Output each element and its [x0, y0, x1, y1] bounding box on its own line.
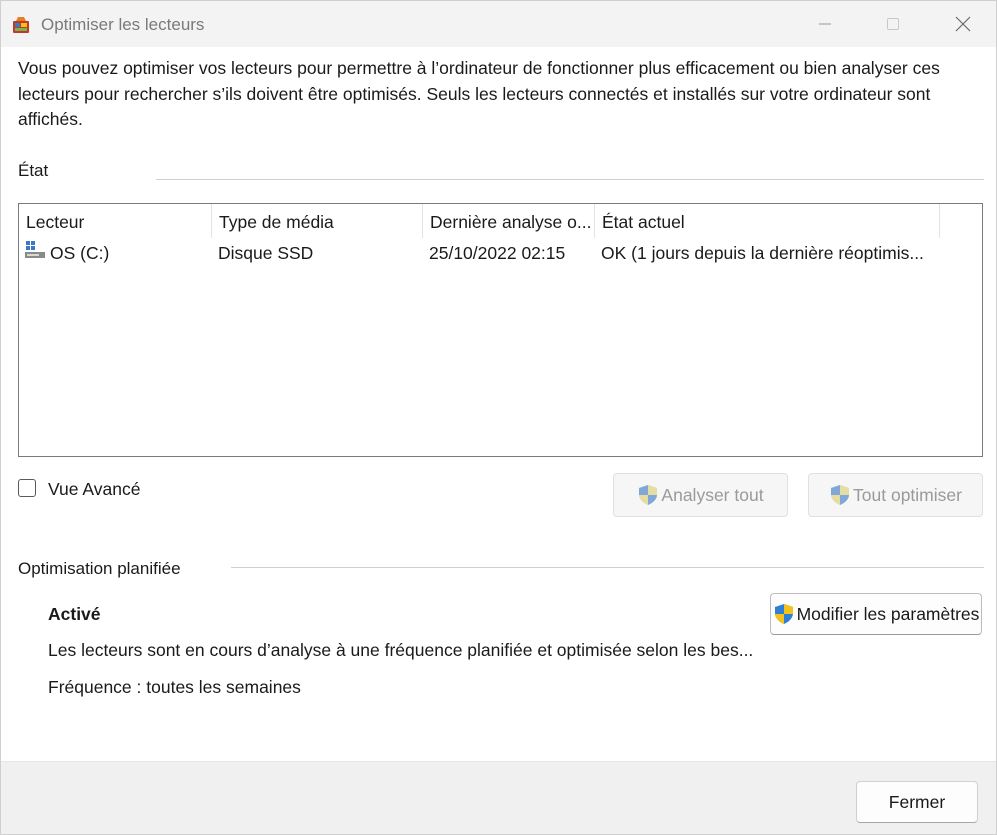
advanced-view-label[interactable]: Vue Avancé — [48, 479, 140, 500]
close-button[interactable]: Fermer — [856, 781, 978, 823]
uac-shield-icon — [831, 485, 850, 505]
advanced-view-checkbox[interactable] — [18, 479, 36, 497]
uac-shield-icon — [774, 604, 793, 624]
media-type: Disque SSD — [218, 243, 314, 263]
current-state: OK (1 jours depuis la dernière réoptimis… — [601, 243, 924, 263]
optimize-all-button[interactable]: Tout optimiser — [808, 473, 983, 517]
defrag-app-icon — [13, 17, 29, 33]
close-button-label: Fermer — [888, 791, 946, 812]
minimize-button[interactable] — [793, 1, 857, 47]
drive-name: OS (C:) — [50, 243, 110, 263]
scheduled-section-divider — [231, 567, 984, 568]
schedule-status: Activé — [48, 604, 101, 624]
drives-table[interactable]: Lecteur Type de média Dernière analyse o… — [18, 203, 983, 457]
analyze-all-label: Analyser tout — [661, 484, 764, 505]
drive-icon — [25, 241, 45, 258]
modify-settings-label: Modifier les paramètres — [796, 603, 980, 624]
column-header-drive[interactable]: Lecteur — [19, 204, 211, 238]
column-header-last-analysis[interactable]: Dernière analyse o... — [423, 204, 594, 238]
status-section-divider — [156, 179, 984, 180]
maximize-icon — [887, 18, 899, 30]
uac-shield-icon — [639, 485, 658, 505]
column-divider[interactable] — [939, 204, 940, 238]
title-bar[interactable]: Optimiser les lecteurs — [1, 1, 996, 47]
analyze-all-button[interactable]: Analyser tout — [613, 473, 788, 517]
modify-settings-button[interactable]: Modifier les paramètres — [770, 593, 982, 635]
schedule-description: Les lecteurs sont en cours d’analyse à u… — [48, 640, 754, 660]
scheduled-section-label: Optimisation planifiée — [18, 559, 181, 578]
status-section-label: État — [18, 161, 49, 180]
description-text: Vous pouvez optimiser vos lecteurs pour … — [18, 58, 940, 129]
column-header-current-state[interactable]: État actuel — [595, 204, 939, 238]
maximize-button[interactable] — [861, 1, 925, 47]
optimize-drives-window: Optimiser les lecteurs Vous pouvez optim… — [0, 0, 997, 835]
schedule-frequency: Fréquence : toutes les semaines — [48, 677, 301, 697]
window-title: Optimiser les lecteurs — [41, 15, 205, 34]
column-header-media-type[interactable]: Type de média — [212, 204, 422, 238]
last-analysis: 25/10/2022 02:15 — [429, 243, 566, 263]
minimize-icon — [819, 23, 831, 25]
close-window-button[interactable] — [931, 1, 995, 47]
optimize-all-label: Tout optimiser — [853, 484, 962, 505]
dialog-footer: Fermer — [1, 761, 996, 834]
close-icon — [955, 16, 971, 32]
